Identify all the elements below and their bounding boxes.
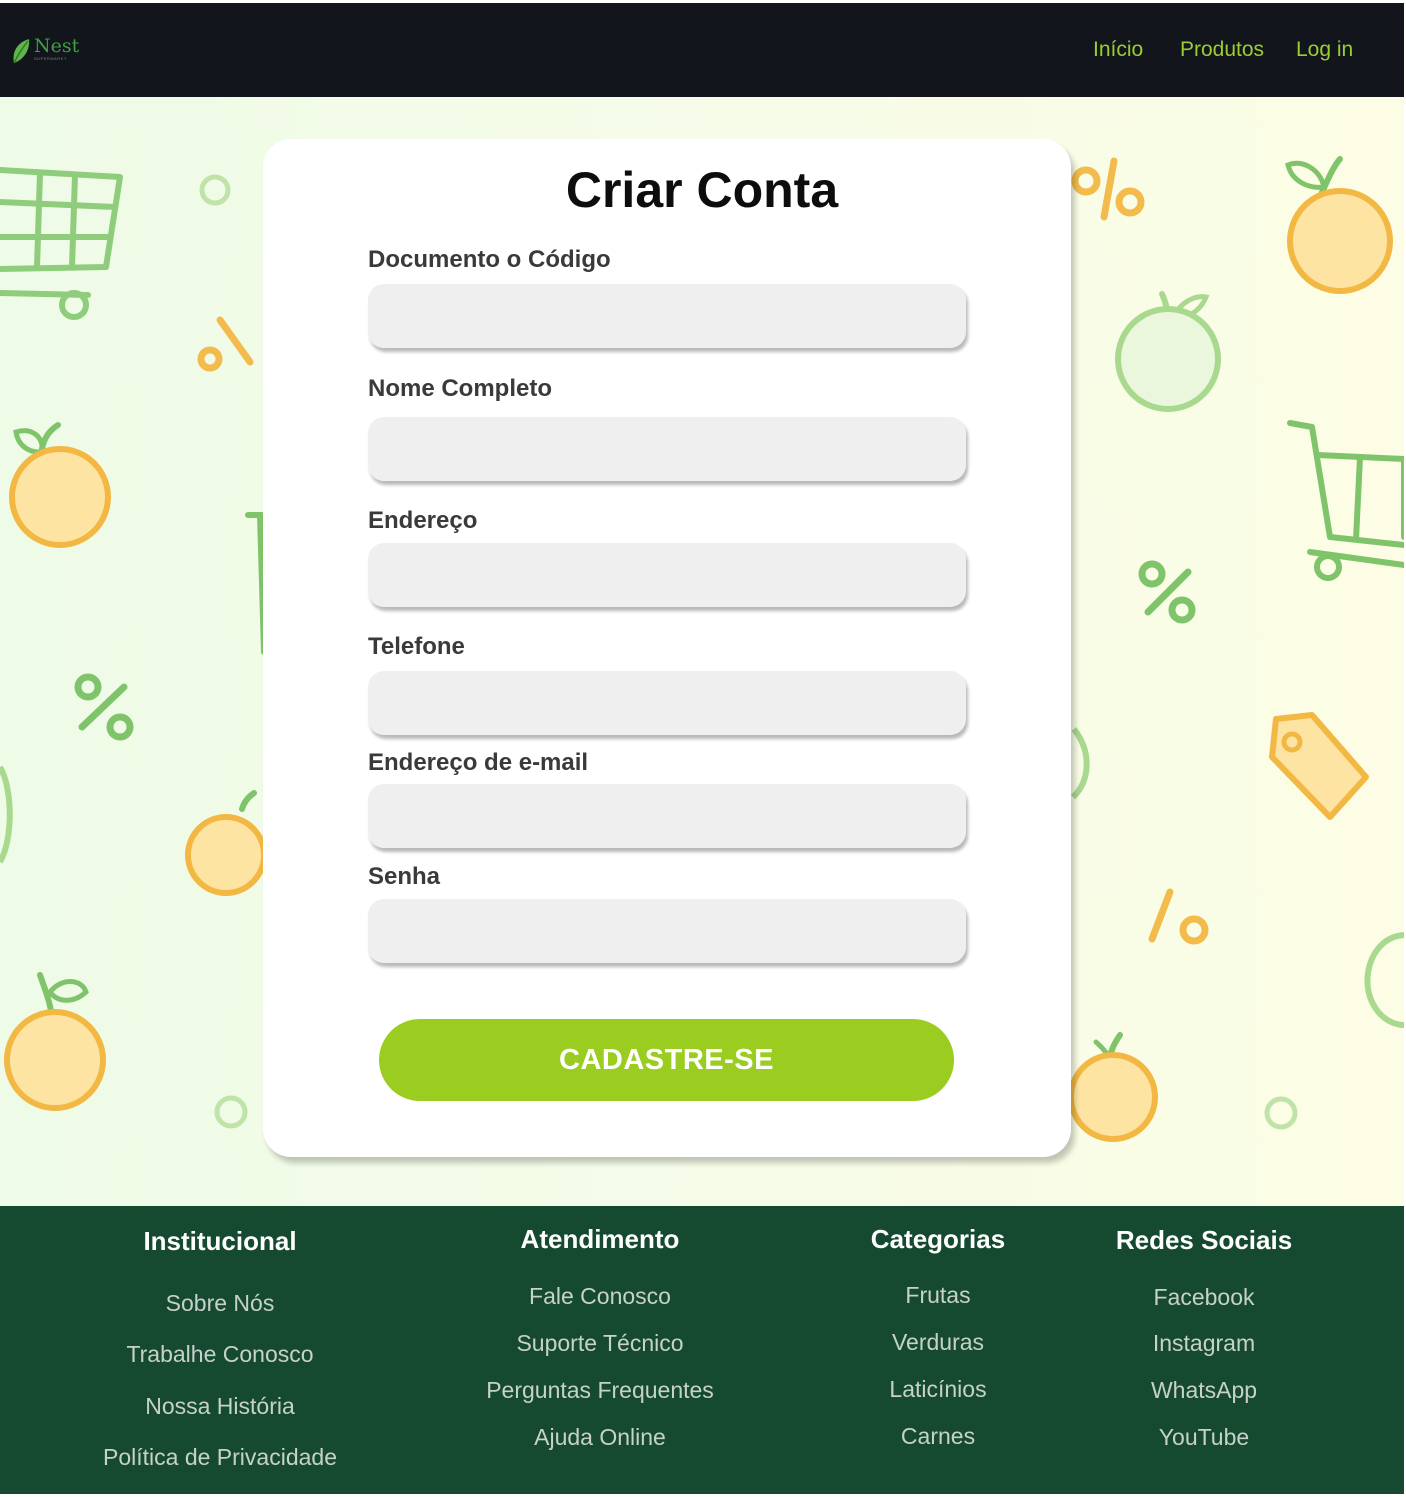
- phone-label: Telefone: [368, 633, 465, 660]
- leaf-icon: [13, 39, 30, 64]
- orange-icon: [1068, 1032, 1158, 1142]
- signup-card: Criar Conta Documento o Código Nome Comp…: [263, 139, 1071, 1157]
- footer-link-whatsapp[interactable]: WhatsApp: [954, 1377, 1406, 1404]
- nav-link-login[interactable]: Log in: [1296, 38, 1353, 62]
- page-title: Criar Conta: [565, 162, 839, 218]
- footer-heading: Redes Sociais: [1115, 1225, 1293, 1255]
- nav-link-produtos[interactable]: Produtos: [1180, 38, 1264, 62]
- circle-edge-icon: [1364, 932, 1404, 1028]
- circle-icon: [199, 174, 231, 206]
- orange-icon: [9, 422, 111, 548]
- signup-section: Criar Conta Documento o Código Nome Comp…: [0, 97, 1404, 1206]
- email-label: Endereço de e-mail: [368, 749, 589, 776]
- password-label: Senha: [368, 863, 441, 890]
- footer-link-youtube[interactable]: YouTube: [954, 1424, 1406, 1451]
- nest-logo[interactable]: Nest SUPERMARKT: [10, 37, 79, 65]
- document-input[interactable]: [368, 284, 966, 348]
- circle-icon: [214, 1095, 248, 1129]
- circle-edge-icon: [0, 765, 13, 864]
- nav-link-inicio[interactable]: Início: [1093, 38, 1143, 62]
- phone-input[interactable]: [368, 671, 966, 735]
- circle-icon: [1264, 1096, 1298, 1130]
- apple-icon: [1115, 291, 1221, 412]
- orange-icon: [1285, 156, 1393, 294]
- footer-link[interactable]: Sobre Nós: [20, 1290, 420, 1317]
- full-name-input[interactable]: [368, 417, 966, 481]
- email-input[interactable]: [368, 784, 966, 848]
- top-navbar: Nest SUPERMARKT Início Produtos Log in: [0, 3, 1404, 97]
- shopping-cart-icon: [0, 167, 123, 320]
- signup-button[interactable]: CADASTRE-SE: [379, 1019, 954, 1101]
- site-footer: Institucional Sobre Nós Trabalhe Conosco…: [0, 1206, 1404, 1494]
- footer-link[interactable]: Política de Privacidade: [20, 1444, 420, 1471]
- footer-heading: Institucional: [143, 1226, 297, 1256]
- footer-link[interactable]: Trabalhe Conosco: [20, 1341, 420, 1368]
- percent-icon: [1138, 560, 1196, 624]
- percent-icon: [1148, 888, 1209, 945]
- footer-link[interactable]: Nossa História: [20, 1393, 420, 1420]
- cart-edge-icon: [245, 512, 267, 655]
- orange-icon: [4, 972, 106, 1111]
- address-input[interactable]: [368, 543, 966, 607]
- percent-icon: [197, 316, 254, 372]
- password-input[interactable]: [368, 899, 966, 963]
- price-tag-icon: [1269, 712, 1369, 820]
- full-name-label: Nome Completo: [368, 375, 553, 402]
- circle-edge-icon: [1070, 727, 1090, 800]
- orange-icon: [185, 790, 267, 896]
- percent-icon: [74, 673, 134, 741]
- address-label: Endereço: [368, 507, 478, 534]
- footer-link-facebook[interactable]: Facebook: [954, 1284, 1406, 1311]
- document-label: Documento o Código: [368, 246, 611, 273]
- logo-tagline: SUPERMARKT: [34, 56, 67, 61]
- footer-link-instagram[interactable]: Instagram: [954, 1330, 1406, 1357]
- shopping-cart-icon: [1287, 420, 1404, 581]
- logo-name: Nest: [34, 35, 80, 57]
